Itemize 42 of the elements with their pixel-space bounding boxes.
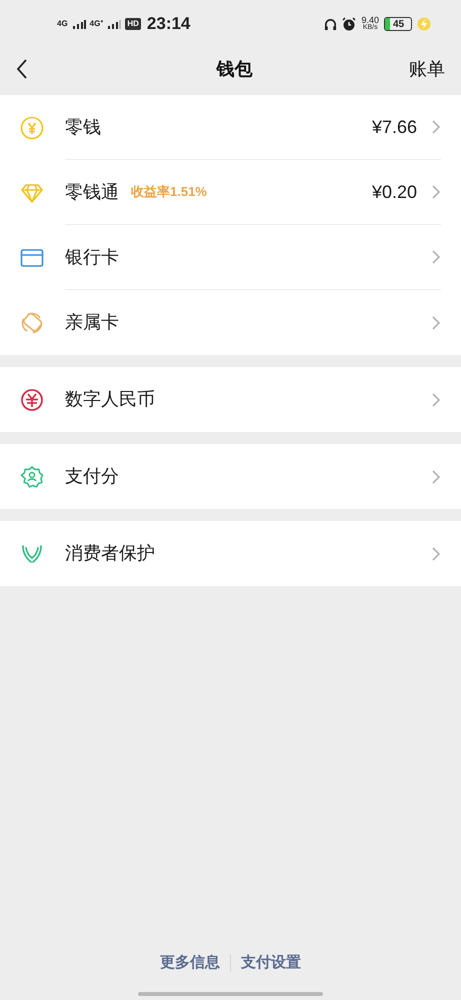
list-item[interactable]: 零钱 ¥7.66 <box>0 95 461 160</box>
chevron-right-icon <box>431 184 441 200</box>
balance-amount: ¥0.20 <box>372 180 417 204</box>
bills-link[interactable]: 账单 <box>409 56 445 82</box>
chevron-right-icon <box>431 119 441 135</box>
list-item[interactable]: 零钱通 收益率1.51% ¥0.20 <box>0 160 461 225</box>
list-item[interactable]: 数字人民币 <box>0 367 461 432</box>
footer-link[interactable]: 更多信息 <box>160 952 220 974</box>
item-label: 消费者保护 <box>65 542 155 565</box>
headphones-icon <box>324 18 338 30</box>
page-title: 钱包 <box>216 58 252 80</box>
cards-icon <box>20 310 44 334</box>
yuan-coin-icon <box>20 116 44 140</box>
list-item[interactable]: 消费者保护 <box>0 521 461 586</box>
hd-badge: HD <box>125 18 141 30</box>
battery-indicator: 45 <box>384 17 412 31</box>
chevron-right-icon <box>431 546 441 562</box>
network-label: 4G⁺ <box>90 18 104 30</box>
badge-person-icon <box>20 464 44 488</box>
chevron-right-icon <box>431 314 441 330</box>
chevron-right-icon <box>431 392 441 408</box>
alarm-icon <box>342 17 356 31</box>
item-label: 银行卡 <box>65 246 119 268</box>
item-label: 数字人民币 <box>65 388 155 411</box>
chevron-right-icon <box>431 468 441 484</box>
item-label: 零钱通 <box>65 180 119 204</box>
footer-link[interactable]: 支付设置 <box>241 952 301 974</box>
signal-icon <box>107 19 122 29</box>
list-item[interactable]: 亲属卡 <box>0 290 461 355</box>
clock-time: 23:14 <box>146 13 190 36</box>
list-item[interactable]: 银行卡 <box>0 225 461 290</box>
item-label: 支付分 <box>65 465 119 488</box>
list-item[interactable]: 支付分 <box>0 444 461 509</box>
item-label: 亲属卡 <box>65 311 119 334</box>
digital-yuan-icon <box>20 388 44 412</box>
yield-rate-label: 收益率1.51% <box>131 183 207 202</box>
chevron-right-icon <box>431 249 441 265</box>
network-label: 4G <box>57 18 68 30</box>
speed-value: 9.40 <box>361 16 379 24</box>
balance-amount: ¥7.66 <box>372 116 417 138</box>
item-label: 零钱 <box>65 116 101 138</box>
signal-icon <box>72 19 86 29</box>
